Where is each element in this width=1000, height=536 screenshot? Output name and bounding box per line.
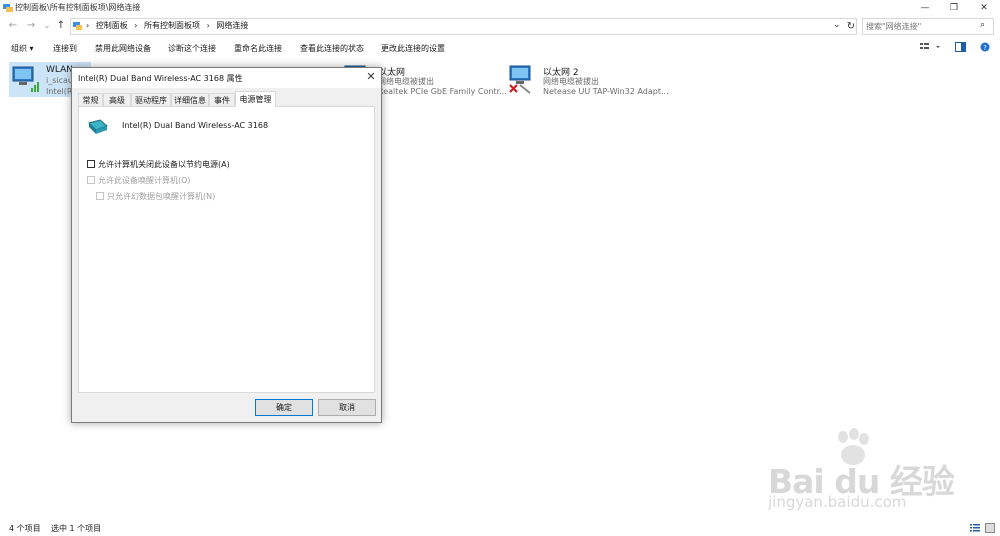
recent-dropdown-button[interactable]: ⌄: [40, 19, 54, 33]
connection-status: 网络电缆被拔出: [378, 77, 434, 86]
breadcrumb-all-items[interactable]: 所有控制面板项: [144, 21, 200, 30]
device-name: Intel(R) Dual Band Wireless-AC 3168: [122, 121, 269, 130]
details-view-icon[interactable]: [970, 524, 980, 532]
network-folder-icon: [3, 4, 13, 12]
cancel-button[interactable]: 取消: [318, 399, 376, 416]
search-icon[interactable]: ⌕: [980, 20, 985, 30]
breadcrumb-separator: ›: [134, 21, 138, 30]
large-icons-view-icon[interactable]: [985, 523, 995, 533]
watermark-url: jingyan.baidu.com: [768, 493, 907, 511]
breadcrumb-separator: ›: [86, 21, 90, 30]
tab-general[interactable]: 常规: [78, 93, 103, 106]
dialog-close-button[interactable]: ✕: [364, 70, 378, 84]
window-titlebar: [0, 0, 1000, 16]
rename-button[interactable]: 重命名此连接: [234, 43, 282, 54]
organize-button[interactable]: 组织 ▾: [11, 43, 34, 54]
view-options-icon[interactable]: [920, 42, 942, 52]
ok-button[interactable]: 确定: [255, 399, 313, 416]
item-count: 4 个项目: [9, 524, 41, 533]
wireless-adapter-icon: [12, 66, 39, 92]
connection-device: Netease UU TAP-Win32 Adapt...: [543, 87, 669, 96]
connection-name: WLAN: [46, 65, 74, 75]
connection-device: Realtek PCIe GbE Family Contr...: [378, 87, 507, 96]
connection-ssid: i_sicau: [46, 76, 73, 85]
address-dropdown-icon[interactable]: ⌄: [833, 20, 841, 30]
ethernet-adapter-disconnected-icon: [509, 65, 531, 94]
allow-wake-checkbox[interactable]: [87, 176, 95, 184]
disable-device-button[interactable]: 禁用此网络设备: [95, 43, 151, 54]
control-panel-icon: [73, 22, 82, 30]
help-icon[interactable]: ?: [980, 42, 990, 52]
power-management-panel: [78, 106, 375, 393]
tab-advanced[interactable]: 高级: [103, 93, 131, 106]
allow-power-off-checkbox[interactable]: [87, 160, 95, 168]
svg-text:?: ?: [983, 44, 987, 52]
allow-power-off-label[interactable]: 允许计算机关闭此设备以节约电源(A): [98, 159, 230, 170]
tab-details[interactable]: 详细信息: [171, 93, 209, 106]
tab-events[interactable]: 事件: [209, 93, 235, 106]
tab-driver[interactable]: 驱动程序: [131, 93, 171, 106]
network-adapter-icon: [88, 119, 108, 134]
search-placeholder: 搜索"网络连接": [866, 22, 922, 31]
breadcrumb-control-panel[interactable]: 控制面板: [96, 21, 128, 30]
view-status-button[interactable]: 查看此连接的状态: [300, 43, 364, 54]
close-button[interactable]: ✕: [969, 0, 999, 16]
magic-packet-only-checkbox[interactable]: [96, 192, 104, 200]
minimize-button[interactable]: —: [910, 0, 940, 16]
selection-count: 选中 1 个项目: [51, 524, 102, 533]
magic-packet-only-label: 只允许幻数据包唤醒计算机(N): [107, 192, 216, 201]
connect-to-button[interactable]: 连接到: [53, 43, 77, 54]
tab-power-management[interactable]: 电源管理: [235, 91, 276, 107]
dialog-title: Intel(R) Dual Band Wireless-AC 3168 属性: [78, 74, 243, 83]
allow-wake-label: 允许此设备唤醒计算机(O): [98, 176, 191, 185]
breadcrumb-network-connections[interactable]: 网络连接: [216, 21, 248, 30]
window-title: 控制面板\所有控制面板项\网络连接: [15, 3, 141, 12]
preview-pane-icon[interactable]: [955, 42, 966, 52]
up-button[interactable]: ↑: [54, 19, 68, 33]
connection-status: 网络电缆被拔出: [543, 77, 599, 86]
maximize-button[interactable]: ❐: [939, 0, 969, 16]
breadcrumb-separator: ›: [206, 21, 210, 30]
forward-button[interactable]: →: [24, 19, 38, 33]
breadcrumb: › 控制面板 › 所有控制面板项 › 网络连接: [86, 20, 252, 31]
refresh-button[interactable]: ↻: [844, 19, 858, 34]
diagnose-button[interactable]: 诊断这个连接: [168, 43, 216, 54]
change-settings-button[interactable]: 更改此连接的设置: [381, 43, 445, 54]
back-button[interactable]: ←: [6, 19, 20, 33]
